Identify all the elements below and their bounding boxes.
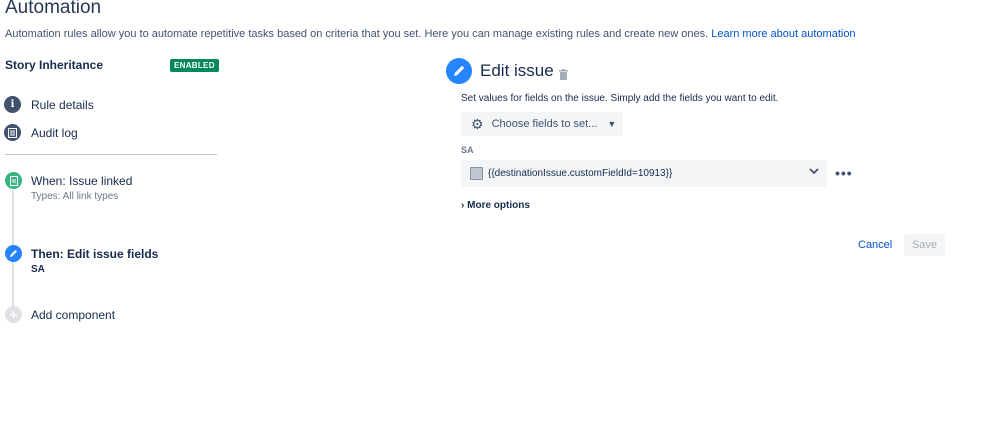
nav-audit-log-label: Audit log [31,125,78,140]
more-options-label: More options [467,200,530,211]
rule-name: Story Inheritance [5,58,104,72]
trigger-subtitle: Types: All link types [31,191,119,202]
editor-title: Edit issue [480,61,554,80]
cancel-button[interactable]: Cancel [858,239,892,251]
field-value: {{destinationIssue.customFieldId=10913}} [488,168,673,179]
nav-rule-details-label: Rule details [31,97,94,112]
page-intro: Automation rules allow you to automate r… [5,28,856,40]
status-badge: ENABLED [170,59,219,72]
chevron-down-icon: ▼ [607,119,617,129]
trash-icon[interactable] [559,67,568,85]
plus-icon: + [5,306,22,323]
action-title: Then: Edit issue fields [31,247,159,261]
more-options-toggle[interactable]: › More options [461,200,530,211]
nav-rule-details[interactable]: i Rule details [4,96,94,113]
intro-text: Automation rules allow you to automate r… [5,28,712,40]
pencil-icon [5,245,22,262]
more-actions-icon[interactable]: ••• [835,165,853,181]
field-label: SA [461,145,474,155]
action-subtitle: SA [31,264,45,275]
page-title: Automation [5,0,102,18]
chevron-down-icon [809,167,819,178]
edit-issue-icon [446,58,472,84]
editor-description: Set values for fields on the issue. Simp… [461,93,779,104]
field-value-select[interactable]: {{destinationIssue.customFieldId=10913}} [461,160,827,187]
choose-fields-label: Choose fields to set... [491,118,598,130]
learn-more-link[interactable]: Learn more about automation [711,28,855,40]
nav-audit-log[interactable]: Audit log [4,124,78,141]
add-component-label: Add component [31,308,116,322]
gear-icon: ⚙ [471,115,484,132]
chevron-right-icon: › [461,200,465,211]
log-icon [4,124,21,141]
divider [5,154,217,155]
info-icon: i [4,96,21,113]
trigger-title: When: Issue linked [31,174,133,188]
trigger-icon [5,172,22,189]
choose-fields-button[interactable]: ⚙ Choose fields to set... ▼ [461,112,623,136]
template-icon [470,167,483,180]
save-button[interactable]: Save [904,234,945,256]
